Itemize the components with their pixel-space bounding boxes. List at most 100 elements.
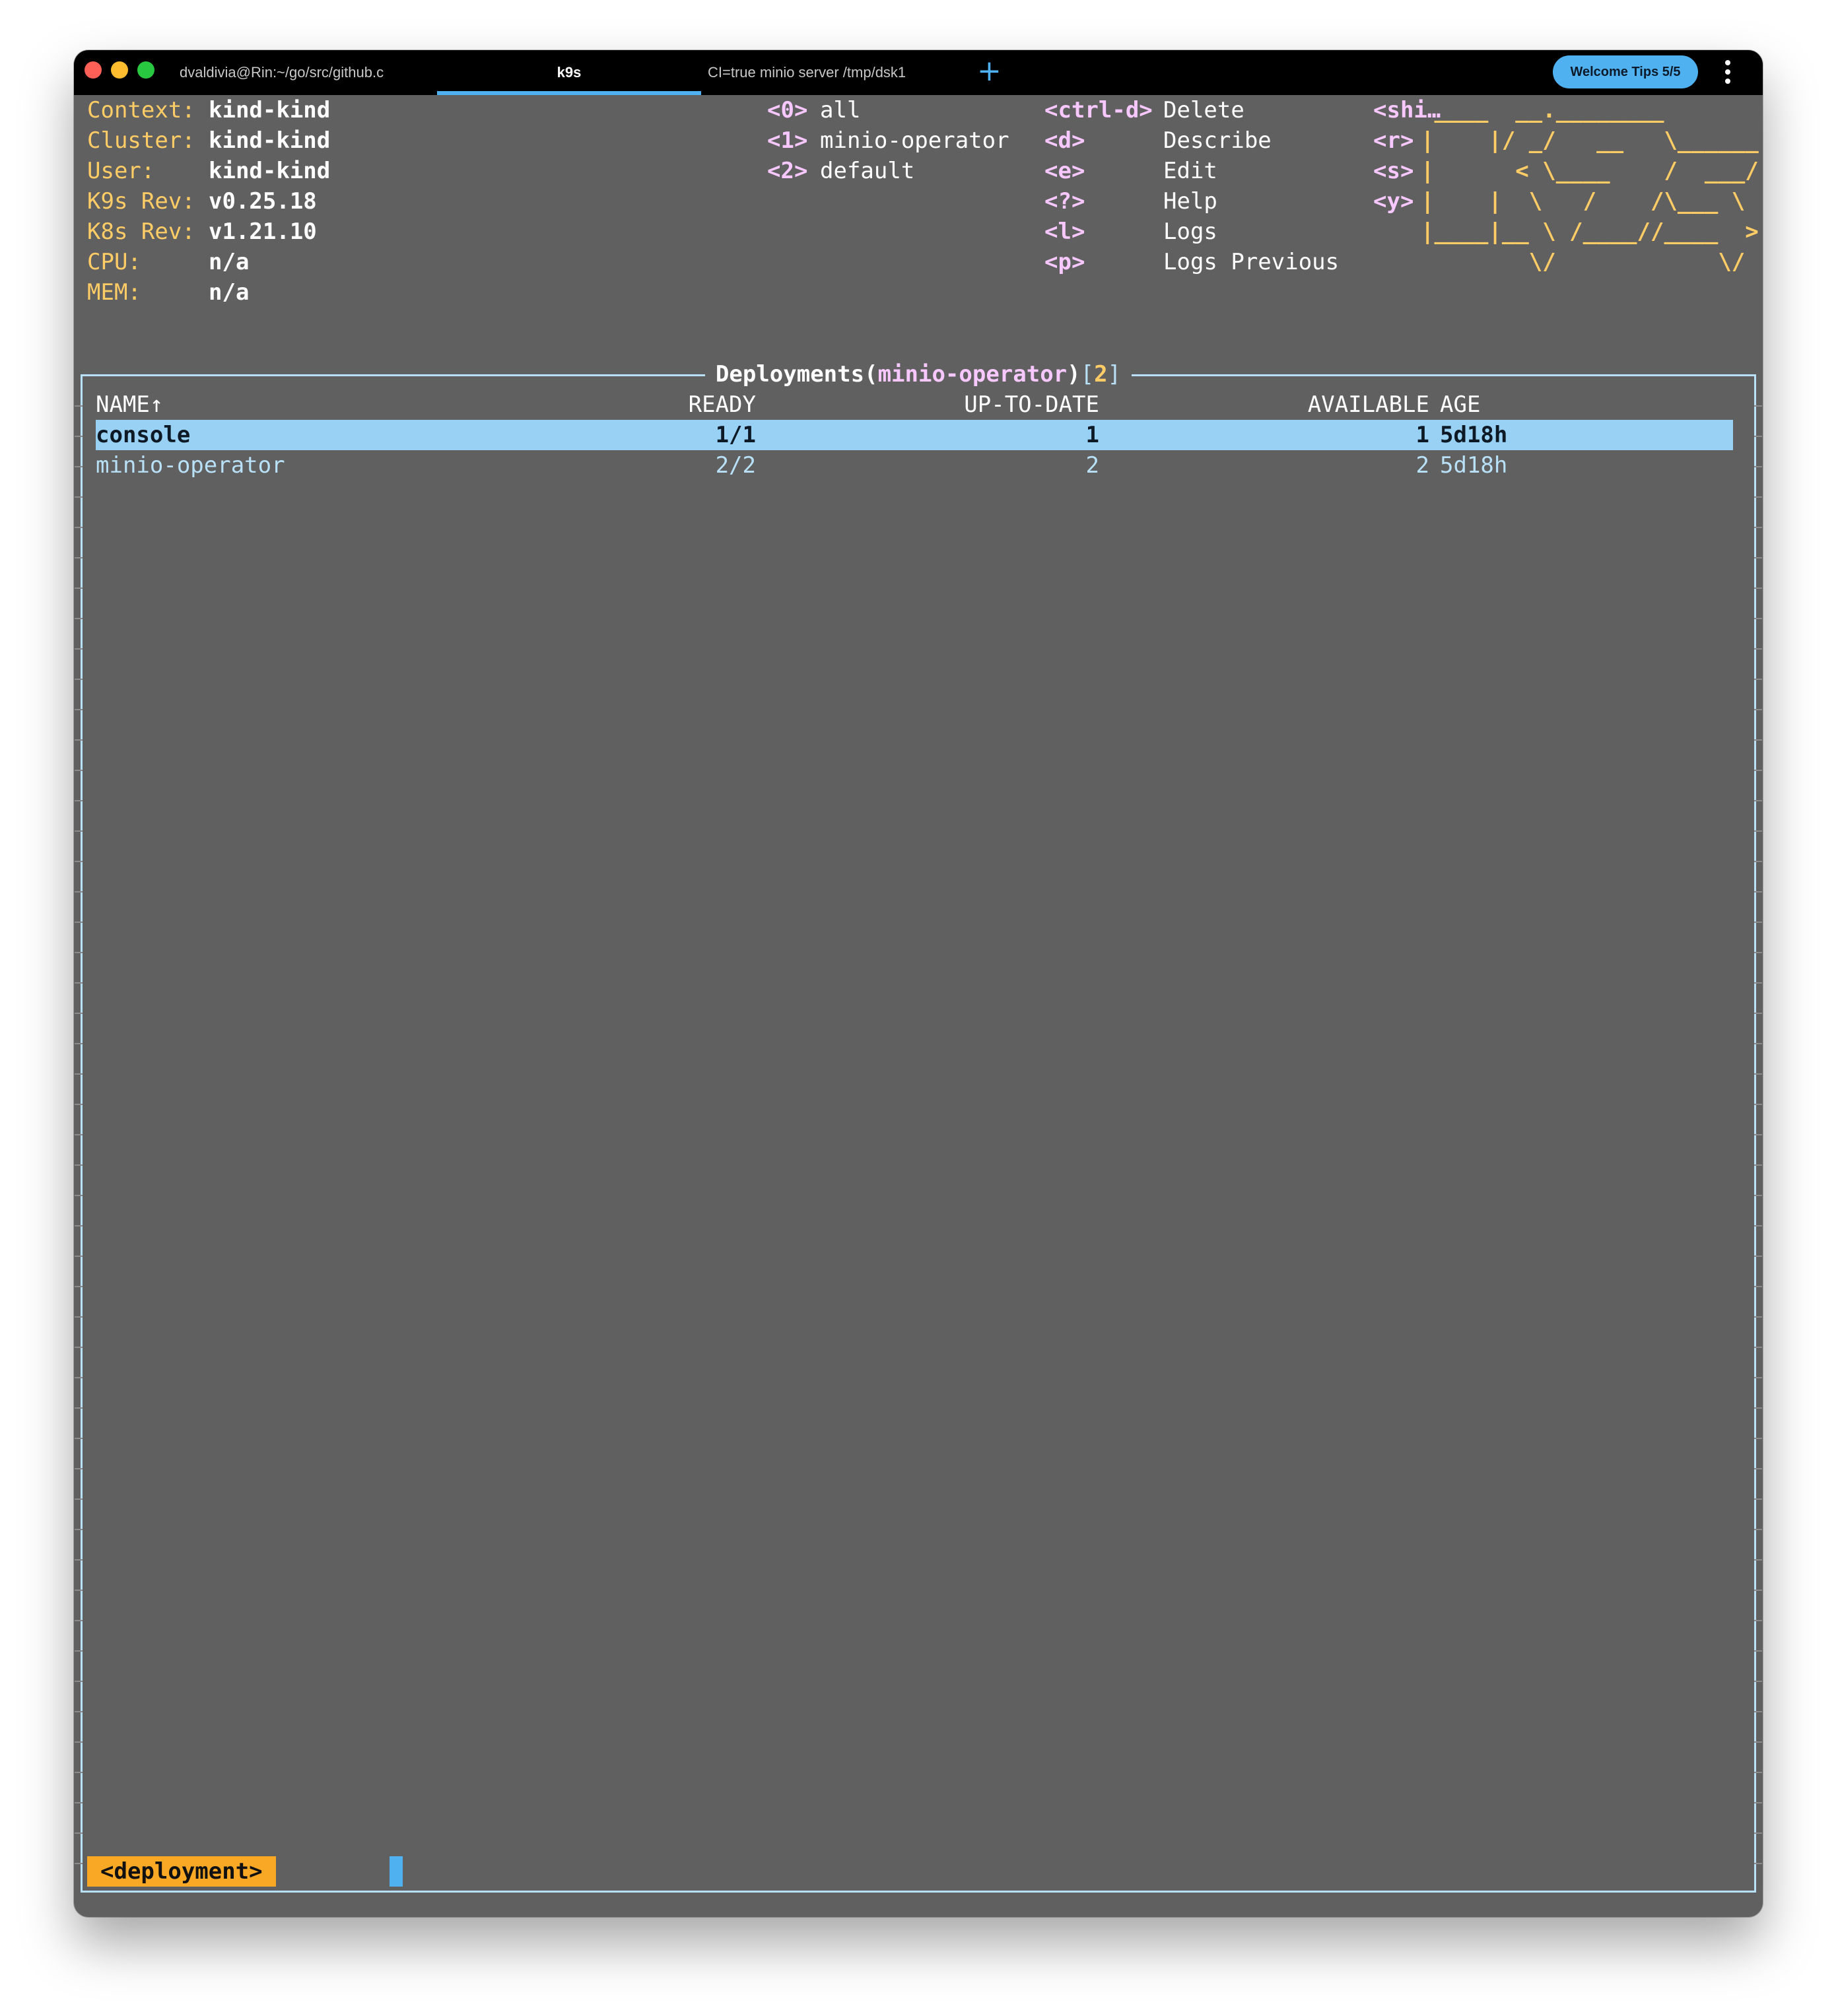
title-bar: dvaldivia@Rin:~/go/src/github.c k9s CI=t…	[74, 50, 1763, 95]
info-row: User: kind-kind	[87, 156, 330, 186]
row-name: console	[96, 422, 191, 448]
shortcut-label: Delete	[1163, 97, 1244, 123]
tab-minio-server[interactable]: CI=true minio server /tmp/dsk1	[708, 50, 941, 95]
info-value: n/a	[209, 279, 250, 306]
info-label: CPU:	[87, 249, 141, 275]
shortcut-label: Logs Previous	[1163, 249, 1340, 275]
row-up-to-date: 1	[1085, 422, 1099, 448]
namespace-item[interactable]: <0> all	[767, 95, 860, 125]
shortcut-key: <e>	[1044, 158, 1085, 184]
info-value: v0.25.18	[209, 188, 317, 215]
logo-line: | | \ / /\___ \	[1421, 188, 1746, 215]
info-value: kind-kind	[209, 127, 331, 154]
shortcut-key: <r>	[1373, 127, 1414, 154]
namespace-key: <2>	[767, 158, 808, 184]
terminal-content: Context: kind-kind Cluster: kind-kind User: k…	[74, 95, 1763, 1917]
info-value: n/a	[209, 249, 250, 275]
welcome-tips-button[interactable]: Welcome Tips 5/5	[1553, 55, 1698, 88]
shortcut-item[interactable]: <ctrl-d> Delete	[1044, 95, 1244, 125]
shortcut-key: <ctrl-d>	[1044, 97, 1153, 123]
info-value: kind-kind	[209, 97, 331, 123]
info-label: Cluster:	[87, 127, 195, 154]
row-name: minio-operator	[96, 452, 285, 479]
namespace-item[interactable]: <1> minio-operator	[767, 125, 1009, 156]
namespace-item[interactable]: <2> default	[767, 156, 914, 186]
header-age[interactable]: AGE	[1440, 389, 1480, 420]
namespace-name: minio-operator	[877, 361, 1068, 387]
minimize-window-button[interactable]	[111, 61, 128, 79]
shortcut-key: <d>	[1044, 127, 1085, 154]
resource-count: 2	[1094, 361, 1108, 387]
shortcut-label: Help	[1163, 188, 1217, 215]
table-header: NAME↑ READY UP-TO-DATE AVAILABLE AGE	[96, 389, 1733, 420]
info-row: K9s Rev: v0.25.18	[87, 186, 317, 217]
info-row: CPU: n/a	[87, 247, 249, 277]
paren-close: )	[1067, 361, 1081, 387]
right-border-ticks	[1754, 376, 1762, 1891]
shortcut-key: <?>	[1044, 188, 1085, 215]
logo-row: | |/ _/ __ \______	[1421, 125, 1759, 156]
info-label: K8s Rev:	[87, 218, 195, 245]
shortcut-item[interactable]: <?> Help	[1044, 186, 1217, 217]
row-up-to-date: 2	[1085, 452, 1099, 479]
shortcut-item[interactable]: <y>	[1373, 186, 1413, 217]
info-row: K8s Rev: v1.21.10	[87, 217, 317, 247]
terminal-window: dvaldivia@Rin:~/go/src/github.c k9s CI=t…	[74, 50, 1763, 1917]
info-label: User:	[87, 158, 155, 184]
row-age: 5d18h	[1440, 452, 1508, 479]
new-tab-plus-icon[interactable]: +	[977, 54, 1002, 88]
row-ready: 2/2	[715, 452, 756, 479]
shortcut-label: Edit	[1163, 158, 1217, 184]
logo-row: ____ __.________	[1421, 95, 1664, 125]
table-row[interactable]: minio-operator 2/2 2 2 5d18h	[96, 450, 1733, 481]
bracket-open: [	[1080, 361, 1095, 387]
shortcut-label: Logs	[1163, 218, 1217, 245]
deployments-panel: Deployments(minio-operator)[2] NAME↑ REA…	[75, 361, 1762, 1893]
logo-line: ____ __.________	[1421, 97, 1664, 123]
info-value: kind-kind	[209, 158, 331, 184]
shortcut-item[interactable]: <p> Logs Previous	[1044, 247, 1339, 277]
tab-k9s[interactable]: k9s	[437, 50, 701, 95]
zoom-window-button[interactable]	[137, 61, 154, 79]
command-cursor[interactable]	[390, 1856, 403, 1887]
header-available[interactable]: AVAILABLE	[1231, 389, 1429, 420]
row-ready: 1/1	[715, 422, 756, 448]
logo-row: | < \____ / ___/	[1421, 156, 1759, 186]
more-options-icon[interactable]	[1723, 58, 1732, 87]
shortcut-key: <l>	[1044, 218, 1085, 245]
shortcut-item[interactable]: <e> Edit	[1044, 156, 1217, 186]
tab-shell[interactable]: dvaldivia@Rin:~/go/src/github.c	[180, 50, 413, 95]
logo-row: \/ \/	[1421, 247, 1746, 277]
left-border-ticks	[75, 376, 83, 1891]
namespace-label: default	[820, 158, 915, 184]
shortcut-item[interactable]: <s>	[1373, 156, 1413, 186]
table-row[interactable]: console 1/1 1 1 5d18h	[96, 420, 1733, 450]
info-label: K9s Rev:	[87, 188, 195, 215]
namespace-label: minio-operator	[820, 127, 1009, 154]
resource-name: Deployments	[715, 361, 865, 387]
panel-title: Deployments(minio-operator)[2]	[83, 359, 1754, 389]
logo-row: |____|__ \ /____//____ >	[1421, 217, 1759, 247]
shortcut-key: <y>	[1373, 188, 1414, 215]
namespace-key: <1>	[767, 127, 808, 154]
shortcut-label: Describe	[1163, 127, 1272, 154]
breadcrumb[interactable]: <deployment>	[87, 1856, 276, 1887]
logo-row: | | \ / /\___ \	[1421, 186, 1745, 217]
info-row: MEM: n/a	[87, 277, 249, 308]
header-name[interactable]: NAME↑	[96, 389, 163, 420]
row-available: 1	[1415, 422, 1429, 448]
close-window-button[interactable]	[85, 61, 102, 79]
shortcut-item[interactable]: <d> Describe	[1044, 125, 1272, 156]
shortcut-item[interactable]: <l> Logs	[1044, 217, 1217, 247]
info-row: Context: kind-kind	[87, 95, 330, 125]
header-ready[interactable]: READY	[664, 389, 756, 420]
logo-line: \/ \/	[1421, 249, 1746, 275]
shortcut-item[interactable]: <r>	[1373, 125, 1413, 156]
shortcut-key: <p>	[1044, 249, 1085, 275]
namespace-label: all	[820, 97, 861, 123]
namespace-key: <0>	[767, 97, 808, 123]
header-up-to-date[interactable]: UP-TO-DATE	[895, 389, 1099, 420]
row-age: 5d18h	[1440, 422, 1508, 448]
logo-line: | < \____ / ___/	[1421, 158, 1759, 184]
info-label: MEM:	[87, 279, 141, 306]
